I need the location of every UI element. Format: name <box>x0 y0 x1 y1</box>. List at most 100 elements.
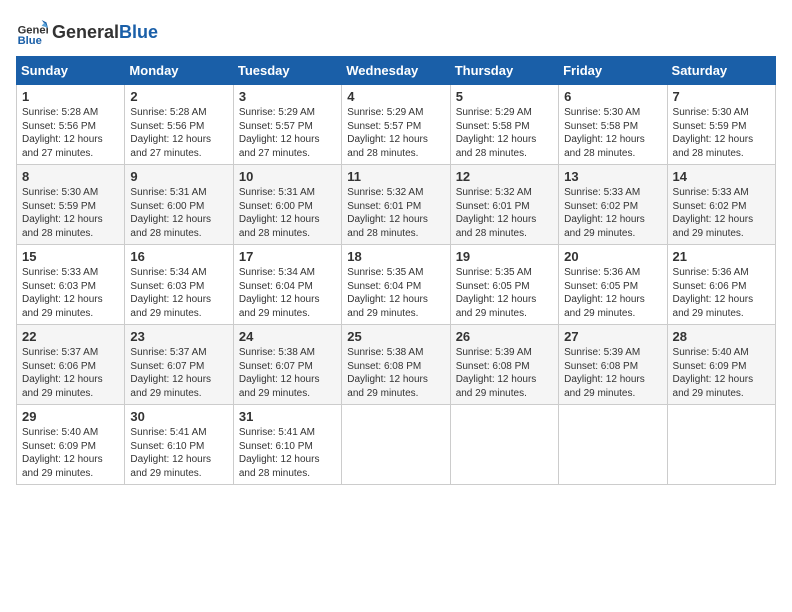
calendar-cell: 13Sunrise: 5:33 AMSunset: 6:02 PMDayligh… <box>559 165 667 245</box>
calendar-cell: 23Sunrise: 5:37 AMSunset: 6:07 PMDayligh… <box>125 325 233 405</box>
calendar-cell <box>559 405 667 485</box>
logo-icon: General Blue <box>16 16 48 48</box>
day-info: Sunrise: 5:29 AMSunset: 5:57 PMDaylight:… <box>239 106 336 160</box>
day-info: Sunrise: 5:36 AMSunset: 6:05 PMDaylight:… <box>564 266 661 320</box>
header-saturday: Saturday <box>667 57 775 85</box>
day-number: 30 <box>130 409 227 424</box>
calendar-cell: 9Sunrise: 5:31 AMSunset: 6:00 PMDaylight… <box>125 165 233 245</box>
day-number: 16 <box>130 249 227 264</box>
day-number: 17 <box>239 249 336 264</box>
calendar-cell: 3 Sunrise: 5:29 AMSunset: 5:57 PMDaylight… <box>233 85 341 165</box>
day-info: Sunrise: 5:34 AMSunset: 6:04 PMDaylight:… <box>239 266 336 320</box>
day-info: Sunrise: 5:29 AMSunset: 5:57 PMDaylight:… <box>347 106 444 160</box>
header-sunday: Sunday <box>17 57 125 85</box>
day-info: Sunrise: 5:30 AMSunset: 5:59 PMDaylight:… <box>673 106 770 160</box>
day-number: 19 <box>456 249 553 264</box>
calendar-cell <box>667 405 775 485</box>
day-number: 24 <box>239 329 336 344</box>
day-info: Sunrise: 5:30 AMSunset: 5:59 PMDaylight:… <box>22 186 119 240</box>
day-number: 15 <box>22 249 119 264</box>
calendar-cell: 27 Sunrise: 5:39 AMSunset: 6:08 PMDayligh… <box>559 325 667 405</box>
calendar-cell: 2Sunrise: 5:28 AMSunset: 5:56 PMDaylight… <box>125 85 233 165</box>
day-info: Sunrise: 5:30 AMSunset: 5:58 PMDaylight:… <box>564 106 661 160</box>
day-number: 4 <box>347 89 444 104</box>
calendar-cell: 20 Sunrise: 5:36 AMSunset: 6:05 PMDayligh… <box>559 245 667 325</box>
calendar-cell: 4 Sunrise: 5:29 AMSunset: 5:57 PMDaylight… <box>342 85 450 165</box>
day-number: 12 <box>456 169 553 184</box>
day-info: Sunrise: 5:35 AMSunset: 6:05 PMDaylight:… <box>456 266 553 320</box>
day-info: Sunrise: 5:33 AMSunset: 6:03 PMDaylight:… <box>22 266 119 320</box>
day-number: 13 <box>564 169 661 184</box>
day-info: Sunrise: 5:29 AMSunset: 5:58 PMDaylight:… <box>456 106 553 160</box>
day-number: 28 <box>673 329 770 344</box>
day-number: 25 <box>347 329 444 344</box>
calendar-cell: 17 Sunrise: 5:34 AMSunset: 6:04 PMDayligh… <box>233 245 341 325</box>
day-number: 21 <box>673 249 770 264</box>
day-number: 5 <box>456 89 553 104</box>
svg-text:Blue: Blue <box>18 35 42 47</box>
calendar-cell: 28 Sunrise: 5:40 AMSunset: 6:09 PMDayligh… <box>667 325 775 405</box>
day-number: 14 <box>673 169 770 184</box>
day-info: Sunrise: 5:40 AMSunset: 6:09 PMDaylight:… <box>22 426 119 480</box>
calendar-cell <box>342 405 450 485</box>
day-info: Sunrise: 5:28 AMSunset: 5:56 PMDaylight:… <box>22 106 119 160</box>
header-tuesday: Tuesday <box>233 57 341 85</box>
day-number: 7 <box>673 89 770 104</box>
calendar-cell: 22 Sunrise: 5:37 AMSunset: 6:06 PMDayligh… <box>17 325 125 405</box>
calendar-cell: 29 Sunrise: 5:40 AMSunset: 6:09 PMDayligh… <box>17 405 125 485</box>
calendar-cell: 6 Sunrise: 5:30 AMSunset: 5:58 PMDaylight… <box>559 85 667 165</box>
header-monday: Monday <box>125 57 233 85</box>
calendar-cell: 1 Sunrise: 5:28 AMSunset: 5:56 PMDaylight… <box>17 85 125 165</box>
calendar-cell: 7 Sunrise: 5:30 AMSunset: 5:59 PMDaylight… <box>667 85 775 165</box>
day-info: Sunrise: 5:33 AMSunset: 6:02 PMDaylight:… <box>673 186 770 240</box>
day-info: Sunrise: 5:28 AMSunset: 5:56 PMDaylight:… <box>130 106 227 160</box>
day-info: Sunrise: 5:35 AMSunset: 6:04 PMDaylight:… <box>347 266 444 320</box>
day-number: 3 <box>239 89 336 104</box>
calendar-table: SundayMondayTuesdayWednesdayThursdayFrid… <box>16 56 776 485</box>
day-number: 22 <box>22 329 119 344</box>
calendar-cell: 21Sunrise: 5:36 AMSunset: 6:06 PMDayligh… <box>667 245 775 325</box>
day-info: Sunrise: 5:31 AMSunset: 6:00 PMDaylight:… <box>130 186 227 240</box>
header-friday: Friday <box>559 57 667 85</box>
calendar-cell: 10 Sunrise: 5:31 AMSunset: 6:00 PMDayligh… <box>233 165 341 245</box>
calendar-cell: 30 Sunrise: 5:41 AMSunset: 6:10 PMDayligh… <box>125 405 233 485</box>
day-number: 31 <box>239 409 336 424</box>
calendar-cell: 8 Sunrise: 5:30 AMSunset: 5:59 PMDaylight… <box>17 165 125 245</box>
day-info: Sunrise: 5:41 AMSunset: 6:10 PMDaylight:… <box>239 426 336 480</box>
day-number: 1 <box>22 89 119 104</box>
calendar-cell: 15 Sunrise: 5:33 AMSunset: 6:03 PMDayligh… <box>17 245 125 325</box>
header-wednesday: Wednesday <box>342 57 450 85</box>
calendar-cell: 18 Sunrise: 5:35 AMSunset: 6:04 PMDayligh… <box>342 245 450 325</box>
day-info: Sunrise: 5:31 AMSunset: 6:00 PMDaylight:… <box>239 186 336 240</box>
day-info: Sunrise: 5:32 AMSunset: 6:01 PMDaylight:… <box>456 186 553 240</box>
calendar-cell: 16 Sunrise: 5:34 AMSunset: 6:03 PMDayligh… <box>125 245 233 325</box>
day-info: Sunrise: 5:34 AMSunset: 6:03 PMDaylight:… <box>130 266 227 320</box>
day-number: 29 <box>22 409 119 424</box>
day-info: Sunrise: 5:37 AMSunset: 6:06 PMDaylight:… <box>22 346 119 400</box>
calendar-cell: 12 Sunrise: 5:32 AMSunset: 6:01 PMDayligh… <box>450 165 558 245</box>
day-number: 27 <box>564 329 661 344</box>
day-number: 10 <box>239 169 336 184</box>
calendar-cell: 14 Sunrise: 5:33 AMSunset: 6:02 PMDayligh… <box>667 165 775 245</box>
calendar-cell <box>450 405 558 485</box>
logo-text: GeneralBlue <box>52 22 158 43</box>
day-number: 6 <box>564 89 661 104</box>
day-number: 18 <box>347 249 444 264</box>
day-info: Sunrise: 5:32 AMSunset: 6:01 PMDaylight:… <box>347 186 444 240</box>
day-number: 26 <box>456 329 553 344</box>
day-info: Sunrise: 5:38 AMSunset: 6:08 PMDaylight:… <box>347 346 444 400</box>
day-number: 20 <box>564 249 661 264</box>
calendar-cell: 19 Sunrise: 5:35 AMSunset: 6:05 PMDayligh… <box>450 245 558 325</box>
header-thursday: Thursday <box>450 57 558 85</box>
day-info: Sunrise: 5:40 AMSunset: 6:09 PMDaylight:… <box>673 346 770 400</box>
day-info: Sunrise: 5:41 AMSunset: 6:10 PMDaylight:… <box>130 426 227 480</box>
page-header: General Blue GeneralBlue <box>16 16 776 48</box>
calendar-cell: 11 Sunrise: 5:32 AMSunset: 6:01 PMDayligh… <box>342 165 450 245</box>
day-info: Sunrise: 5:39 AMSunset: 6:08 PMDaylight:… <box>456 346 553 400</box>
calendar-cell: 31 Sunrise: 5:41 AMSunset: 6:10 PMDayligh… <box>233 405 341 485</box>
day-info: Sunrise: 5:39 AMSunset: 6:08 PMDaylight:… <box>564 346 661 400</box>
day-number: 11 <box>347 169 444 184</box>
day-number: 8 <box>22 169 119 184</box>
day-info: Sunrise: 5:37 AMSunset: 6:07 PMDaylight:… <box>130 346 227 400</box>
calendar-cell: 25 Sunrise: 5:38 AMSunset: 6:08 PMDayligh… <box>342 325 450 405</box>
